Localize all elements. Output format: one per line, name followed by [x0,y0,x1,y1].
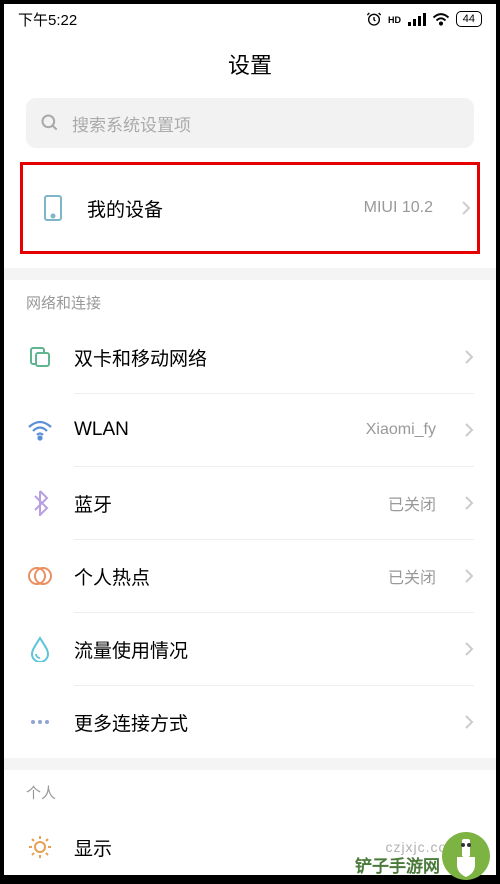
search-icon [40,113,60,133]
item-label: 蓝牙 [74,490,368,517]
data-usage-item[interactable]: 流量使用情况 [4,613,496,685]
item-value: Xiaomi_fy [366,421,436,439]
chevron-right-icon [464,495,474,511]
chevron-right-icon [464,714,474,730]
section-header-network: 网络和连接 [4,280,496,321]
search-input[interactable]: 搜索系统设置项 [26,98,474,148]
bluetooth-item[interactable]: 蓝牙 已关闭 [4,467,496,539]
item-label: WLAN [74,419,346,441]
separator [4,758,496,770]
item-label: 更多连接方式 [74,709,436,736]
hotspot-icon [26,562,54,590]
sim-icon [26,343,54,371]
item-value: 已关闭 [388,491,436,515]
signal-icon [408,12,426,26]
my-device-item[interactable]: 我的设备 MIUI 10.2 [23,165,477,251]
dual-sim-item[interactable]: 双卡和移动网络 [4,321,496,393]
more-connections-item[interactable]: 更多连接方式 [4,686,496,758]
separator [4,268,496,280]
chevron-right-icon [464,568,474,584]
svg-text:HD: HD [388,15,401,25]
section-header-personal: 个人 [4,770,496,811]
item-label: 流量使用情况 [74,636,436,663]
status-time: 下午5:22 [18,9,77,30]
drop-icon [26,635,54,663]
shovel-logo-icon [439,829,494,884]
my-device-value: MIUI 10.2 [364,199,433,217]
chevron-right-icon [464,422,474,438]
status-icons: HD 44 [366,11,482,27]
status-bar: 下午5:22 HD 44 [4,4,496,34]
page-title: 设置 [4,48,496,80]
hd-icon: HD [388,13,402,25]
title-bar: 设置 [4,34,496,98]
my-device-label: 我的设备 [87,195,344,222]
battery-indicator: 44 [456,11,482,27]
brightness-icon [26,833,54,861]
watermark-brand: 铲子手游网 [355,852,440,877]
hotspot-item[interactable]: 个人热点 已关闭 [4,540,496,612]
item-label: 双卡和移动网络 [74,344,436,371]
bluetooth-icon [26,489,54,517]
wifi-icon [26,416,54,444]
wifi-icon [432,12,450,26]
settings-screen: 下午5:22 HD 44 设置 搜索系统设置项 我的设备 MIUI 10.2 网… [4,4,496,875]
highlight-frame: 我的设备 MIUI 10.2 [20,162,480,254]
alarm-icon [366,11,382,27]
item-label: 个人热点 [74,563,368,590]
item-value: 已关闭 [388,564,436,588]
phone-icon [39,194,67,222]
chevron-right-icon [464,641,474,657]
wlan-item[interactable]: WLAN Xiaomi_fy [4,394,496,466]
chevron-right-icon [461,200,471,216]
chevron-right-icon [464,349,474,365]
more-icon [26,708,54,736]
search-placeholder: 搜索系统设置项 [72,111,191,136]
